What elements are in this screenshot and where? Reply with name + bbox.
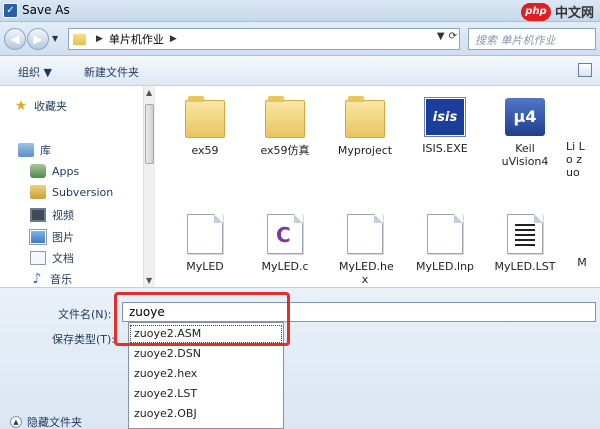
sidebar-item-subversion[interactable]: Subversion [30, 185, 113, 199]
filename-label: 文件名(N): [58, 308, 112, 321]
file-item[interactable]: MyLED [166, 214, 244, 273]
file-item[interactable]: MyLED.LST [486, 214, 564, 273]
sidebar-item-favorites[interactable]: ★ 收藏夹 [14, 98, 67, 114]
file-item[interactable]: M [572, 256, 592, 269]
folder-icon [345, 96, 385, 138]
file-label: MyLED.lnp [415, 260, 475, 273]
folder-icon [185, 96, 225, 138]
file-label: Keil uVision4 [501, 142, 549, 168]
forward-button[interactable]: ▶ [27, 28, 49, 50]
file-icon [347, 214, 383, 254]
apps-icon [30, 164, 46, 178]
navigation-pane: ★ 收藏夹 库 Apps Subversion 视频 图片 文档 ♪ 音乐 [0, 86, 155, 287]
scroll-up-icon[interactable]: ▲ [146, 88, 152, 97]
file-icon [427, 214, 463, 254]
chevron-up-icon: ▲ [10, 416, 22, 428]
hide-folders-label: 隐藏文件夹 [27, 416, 82, 429]
list-item[interactable]: zuoye2.LST [129, 384, 283, 404]
file-item[interactable]: μ4 Keil uVision4 [486, 98, 564, 168]
window-title: Save As [22, 3, 70, 17]
recent-pages-dropdown-icon[interactable]: ▼ [52, 34, 58, 43]
navigation-bar: ◀ ▶ ▼ ▶ 单片机作业 ▶ ▼ ⟳ 搜索 单片机作业 [0, 22, 600, 56]
file-label: ISIS.EXE [422, 142, 468, 155]
filetype-label: 保存类型(T): [52, 333, 116, 346]
text-file-icon [507, 214, 543, 254]
address-controls: ▼ ⟳ [437, 31, 457, 42]
library-icon [18, 143, 34, 157]
keil-app-icon: μ4 [505, 98, 545, 136]
sidebar-item-videos[interactable]: 视频 [30, 207, 74, 223]
file-label: ex59仿真 [260, 144, 310, 157]
file-label: ex59 [191, 144, 219, 157]
list-item[interactable]: zuoye2.ASM [129, 324, 283, 344]
file-label: MyLED.c [261, 260, 309, 273]
file-item[interactable]: Li Lo zuo [566, 140, 600, 179]
sidebar-item-label: 库 [40, 144, 51, 157]
file-icon [187, 214, 223, 254]
file-item[interactable]: isis ISIS.EXE [406, 97, 484, 155]
sidebar-item-pictures[interactable]: 图片 [29, 229, 74, 245]
sidebar-item-label: 图片 [52, 231, 74, 244]
command-toolbar: 组织 ▼ 新建文件夹 [0, 56, 600, 86]
chevron-right-icon[interactable]: ▶ [170, 34, 177, 44]
file-label: Myproject [337, 144, 393, 157]
watermark-site: 中文网 [554, 6, 594, 21]
view-options-icon[interactable] [578, 63, 592, 77]
history-dropdown-icon[interactable]: ▼ [437, 31, 445, 42]
document-icon [30, 251, 46, 265]
file-label: M [577, 256, 587, 269]
file-item[interactable]: MyLED.he x [326, 214, 404, 286]
sidebar-item-label: 文档 [52, 252, 74, 265]
file-item[interactable]: C MyLED.c [246, 214, 324, 273]
sidebar-item-label: 收藏夹 [34, 100, 67, 113]
sidebar-item-label: Subversion [52, 185, 114, 199]
picture-icon [29, 229, 47, 245]
c-source-file-icon: C [267, 214, 303, 254]
folder-icon [265, 96, 305, 138]
file-list: ex59 ex59仿真 Myproject isis ISIS.EXE μ4 K… [156, 86, 600, 287]
chevron-right-icon[interactable]: ▶ [96, 34, 103, 44]
music-icon: ♪ [32, 271, 42, 287]
list-item[interactable]: zuoye2.hex [129, 364, 283, 384]
hide-folders-toggle[interactable]: ▲ 隐藏文件夹 [10, 414, 82, 429]
window-icon: ✓ [3, 3, 18, 18]
refresh-icon[interactable]: ⟳ [449, 31, 457, 42]
back-button[interactable]: ◀ [4, 28, 26, 50]
star-icon: ★ [14, 98, 28, 114]
folder-icon [73, 33, 86, 45]
sidebar-scrollbar[interactable]: ▲ ▼ [143, 86, 155, 287]
list-item[interactable]: zuoye2.OBJ [129, 404, 283, 424]
list-item[interactable]: zuoye2.DSN [129, 344, 283, 364]
file-item[interactable]: MyLED.lnp [406, 214, 484, 273]
video-icon [30, 208, 46, 222]
search-input[interactable]: 搜索 单片机作业 [468, 28, 596, 50]
sidebar-item-libraries[interactable]: 库 [18, 142, 51, 158]
organize-button[interactable]: 组织 ▼ [18, 64, 52, 80]
file-item[interactable]: Myproject [326, 96, 404, 157]
sidebar-item-apps[interactable]: Apps [30, 164, 79, 178]
title-bar: ✓ Save As php 中文网 [0, 0, 600, 22]
scrollbar-thumb[interactable] [145, 104, 154, 164]
address-bar[interactable]: ▶ 单片机作业 ▶ ▼ ⟳ [68, 28, 460, 50]
file-item[interactable]: ex59仿真 [246, 96, 324, 157]
watermark: php 中文网 [520, 2, 594, 21]
breadcrumb-item[interactable]: 单片机作业 [109, 31, 164, 47]
scroll-down-icon[interactable]: ▼ [146, 276, 152, 285]
php-logo: php [520, 2, 551, 21]
autocomplete-list: zuoye2.ASM zuoye2.DSN zuoye2.hex zuoye2.… [128, 322, 284, 429]
sidebar-item-label: 视频 [52, 209, 74, 222]
file-label: Li Lo zuo [566, 140, 585, 179]
sidebar-item-documents[interactable]: 文档 [30, 250, 74, 266]
subversion-icon [30, 185, 46, 199]
sidebar-item-label: Apps [52, 164, 80, 178]
file-label: MyLED [186, 260, 224, 273]
sidebar-item-label: 音乐 [50, 273, 72, 286]
filename-input[interactable]: zuoye [122, 302, 596, 322]
file-label: MyLED.LST [494, 260, 556, 273]
file-item[interactable]: ex59 [166, 96, 244, 157]
new-folder-button[interactable]: 新建文件夹 [84, 64, 139, 80]
isis-app-icon: isis [424, 97, 466, 137]
file-label: MyLED.he x [339, 260, 394, 286]
sidebar-item-music[interactable]: ♪ 音乐 [30, 271, 72, 287]
